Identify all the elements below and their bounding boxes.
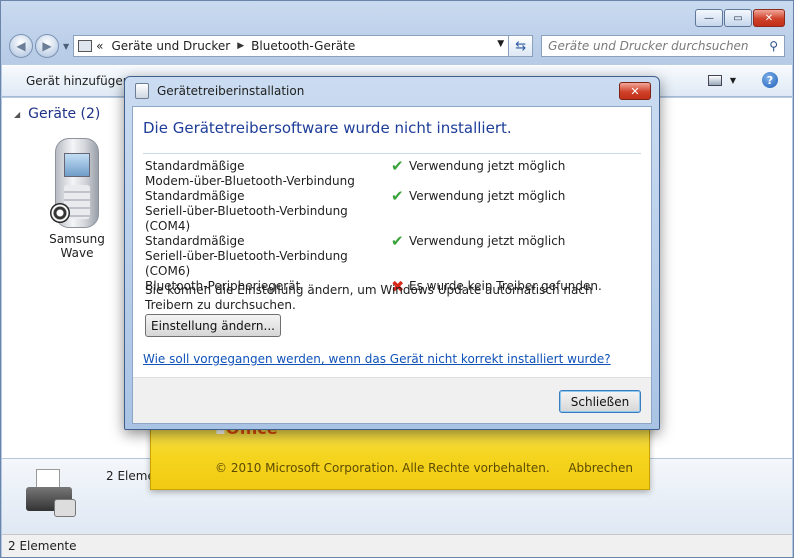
dialog-titlebar: Gerätetreiberinstallation (135, 83, 304, 99)
dialog-footer: Schließen (133, 377, 651, 423)
heading-divider (143, 153, 641, 154)
status-bar: 2 Elemente (2, 534, 792, 557)
driver-row: Standardmäßige Modem-über-Bluetooth-Verbi… (145, 159, 645, 189)
driver-install-dialog: Gerätetreiberinstallation ✕ Die Gerätetr… (124, 76, 660, 430)
maximize-button[interactable]: ▭ (724, 9, 752, 27)
search-box[interactable]: Geräte und Drucker durchsuchen ⚲ (541, 35, 785, 57)
back-button[interactable]: ◀ (9, 34, 33, 58)
devices-folder-icon (78, 40, 93, 52)
driver-status: Verwendung jetzt möglich (409, 189, 566, 203)
search-icon[interactable]: ⚲ (769, 39, 778, 53)
driver-name: Standardmäßige Seriell-über-Bluetooth-Ver… (145, 189, 348, 233)
driver-row: Standardmäßige Seriell-über-Bluetooth-Ver… (145, 189, 645, 234)
close-icon: ✕ (630, 84, 640, 98)
device-samsung-wave[interactable]: Samsung Wave (32, 138, 122, 260)
dialog-close-button[interactable]: ✕ (619, 82, 651, 100)
minimize-button[interactable]: — (695, 9, 723, 27)
close-button[interactable]: Schließen (559, 390, 641, 413)
driver-name: Standardmäßige Seriell-über-Bluetooth-Ver… (145, 234, 348, 278)
recent-pages-dropdown[interactable]: ▼ (63, 42, 69, 51)
device-label: Samsung Wave (49, 232, 105, 260)
navigation-bar: ◀ ▶ ▼ « Geräte und Drucker ▶ Bluetooth-G… (9, 33, 785, 59)
breadcrumb-item[interactable]: Bluetooth-Geräte (251, 39, 355, 53)
group-label: Geräte (2) (28, 106, 101, 122)
view-options-icon[interactable] (707, 74, 722, 86)
help-icon[interactable]: ? (762, 72, 778, 88)
checkmark-icon: ✔ (391, 157, 404, 175)
copyright-text: © 2010 Microsoft Corporation. Alle Recht… (215, 461, 550, 475)
change-setting-button[interactable]: Einstellung ändern... (145, 314, 281, 337)
help-link[interactable]: Wie soll vorgegangen werden, wenn das Ge… (143, 352, 611, 366)
address-bar[interactable]: « Geräte und Drucker ▶ Bluetooth-Geräte … (73, 35, 510, 57)
driver-name: Standardmäßige Modem-über-Bluetooth-Verbi… (145, 159, 355, 188)
search-placeholder: Geräte und Drucker durchsuchen (548, 39, 749, 53)
devices-group-header[interactable]: ◢ Geräte (2) (14, 106, 100, 122)
close-window-button[interactable]: ✕ (753, 9, 785, 27)
checkmark-icon: ✔ (391, 232, 404, 250)
driver-status: Verwendung jetzt möglich (409, 159, 566, 173)
arrow-right-icon: ▶ (42, 39, 52, 53)
driver-row: Standardmäßige Seriell-über-Bluetooth-Ver… (145, 234, 645, 279)
driver-status: Verwendung jetzt möglich (409, 234, 566, 248)
info-text: Sie können die Einstellung ändern, um Wi… (145, 283, 593, 312)
breadcrumb-separator-icon[interactable]: ▶ (237, 41, 244, 51)
devices-printers-icon (24, 465, 80, 521)
default-device-badge-icon (50, 203, 70, 223)
dialog-heading: Die Gerätetreibersoftware wurde nicht in… (143, 119, 512, 137)
arrow-left-icon: ◀ (16, 39, 26, 53)
collapse-triangle-icon[interactable]: ◢ (14, 110, 20, 119)
checkmark-icon: ✔ (391, 187, 404, 205)
device-installer-icon (135, 83, 149, 99)
dialog-title: Gerätetreiberinstallation (157, 84, 305, 98)
add-device-button[interactable]: Gerät hinzufügen (26, 74, 130, 88)
refresh-icon: ⇆ (515, 38, 527, 54)
dialog-body: Die Gerätetreibersoftware wurde nicht in… (132, 106, 652, 424)
address-dropdown-icon[interactable]: ▼ (497, 39, 504, 49)
mobile-phone-icon (50, 138, 99, 228)
breadcrumb-item[interactable]: Geräte und Drucker (112, 39, 231, 53)
forward-button[interactable]: ▶ (35, 34, 59, 58)
overflow-chevron-icon[interactable]: « (96, 39, 103, 53)
window-controls: — ▭ ✕ (694, 9, 785, 27)
view-dropdown-icon[interactable]: ▼ (730, 76, 736, 85)
splash-cancel-link[interactable]: Abbrechen (568, 461, 633, 475)
status-text: 2 Elemente (8, 539, 77, 553)
driver-status-list: Standardmäßige Modem-über-Bluetooth-Verbi… (145, 159, 645, 295)
refresh-button[interactable]: ⇆ (509, 35, 534, 57)
